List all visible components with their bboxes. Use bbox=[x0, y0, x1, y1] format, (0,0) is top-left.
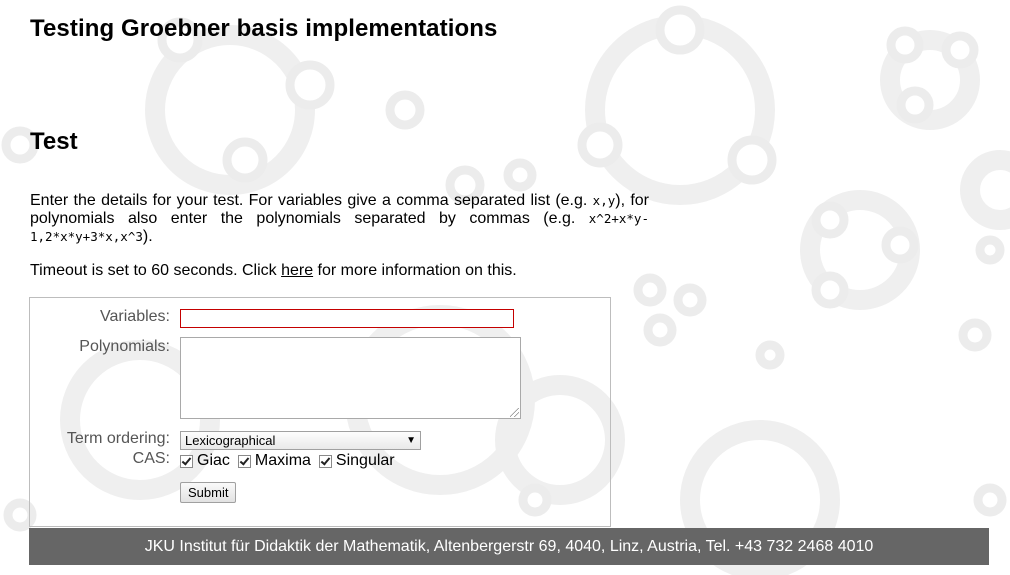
term-ordering-label: Term ordering: bbox=[66, 430, 170, 447]
checkbox-checked-icon[interactable] bbox=[237, 454, 251, 468]
term-ordering-value: Lexicographical bbox=[185, 433, 276, 448]
section-heading: Test bbox=[30, 128, 78, 155]
polynomials-textarea[interactable] bbox=[180, 337, 521, 419]
cas-label: CAS: bbox=[132, 450, 170, 467]
dropdown-arrow-icon: ▼ bbox=[406, 435, 416, 446]
timeout-before: Timeout is set to 60 seconds. Click bbox=[30, 262, 282, 279]
cas-option-label: Giac bbox=[197, 452, 230, 469]
term-ordering-select[interactable]: Lexicographical ▼ bbox=[180, 431, 421, 450]
page-container: Testing Groebner basis implementations T… bbox=[0, 0, 1010, 575]
checkbox-checked-icon[interactable] bbox=[318, 454, 332, 468]
cas-option-label: Singular bbox=[335, 452, 395, 469]
cas-option-label: Maxima bbox=[254, 452, 311, 469]
timeout-text: Timeout is set to 60 seconds. Click here… bbox=[30, 262, 517, 280]
cas-option-giac[interactable]: Giac bbox=[180, 452, 230, 470]
page-title: Testing Groebner basis implementations bbox=[30, 15, 498, 42]
variables-label: Variables: bbox=[100, 308, 170, 325]
intro-text: Enter the details for your test. For var… bbox=[30, 192, 649, 246]
submit-button[interactable]: Submit bbox=[180, 482, 237, 503]
variables-input[interactable] bbox=[180, 309, 514, 328]
example-variables: x,y bbox=[592, 193, 616, 208]
resize-handle-icon[interactable] bbox=[510, 408, 519, 417]
cas-option-singular[interactable]: Singular bbox=[318, 452, 395, 470]
footer-text: JKU Institut für Didaktik der Mathematik… bbox=[144, 537, 874, 555]
footer: JKU Institut für Didaktik der Mathematik… bbox=[29, 528, 989, 565]
intro-part3: ). bbox=[142, 228, 153, 245]
intro-part1: Enter the details for your test. For var… bbox=[30, 192, 593, 209]
cas-option-maxima[interactable]: Maxima bbox=[237, 452, 311, 470]
info-link[interactable]: here bbox=[281, 262, 313, 279]
timeout-after: for more information on this. bbox=[313, 262, 517, 279]
polynomials-label: Polynomials: bbox=[79, 338, 170, 355]
cas-options: Giac Maxima Singular bbox=[180, 451, 403, 471]
checkbox-checked-icon[interactable] bbox=[180, 454, 193, 468]
test-form: Variables: Polynomials: Term ordering: L… bbox=[29, 297, 611, 527]
